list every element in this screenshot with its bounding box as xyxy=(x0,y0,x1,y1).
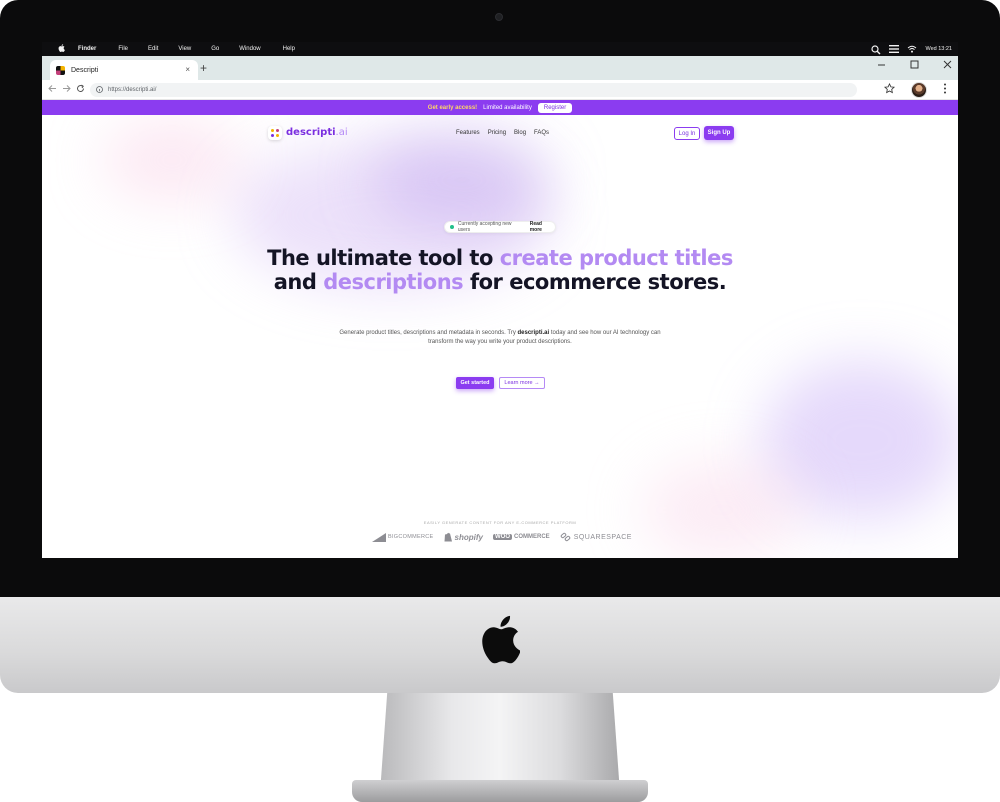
nav-blog[interactable]: Blog xyxy=(514,130,526,136)
hero-subtext: Generate product titles, descriptions an… xyxy=(330,329,670,347)
camera xyxy=(495,13,503,21)
window-controls xyxy=(877,60,952,72)
new-tab-button[interactable]: + xyxy=(200,61,207,75)
menu-window[interactable]: Window xyxy=(239,46,260,52)
logo-wordmark[interactable]: descripti.ai xyxy=(286,127,348,138)
logo-name: descripti xyxy=(286,127,336,138)
address-bar-row: https://descripti.ai/ xyxy=(42,80,958,100)
learn-more-button[interactable]: Learn more → xyxy=(499,377,545,389)
menu-help[interactable]: Help xyxy=(283,46,295,52)
status-pill[interactable]: Currently accepting new users Read more xyxy=(444,221,556,233)
mac-menubar: Finder File Edit View Go Window Help Wed… xyxy=(42,42,958,56)
menu-edit[interactable]: Edit xyxy=(148,46,158,52)
star-icon[interactable] xyxy=(883,82,896,97)
platforms-label: EASILY GENERATE CONTENT FOR ANY E-COMMER… xyxy=(423,520,577,525)
imac-stand xyxy=(380,693,620,793)
logo-suffix: .ai xyxy=(335,127,348,138)
imac-frame: Finder File Edit View Go Window Help Wed… xyxy=(0,0,1000,802)
headline-part: for ecommerce stores. xyxy=(463,270,727,294)
browser-tab[interactable]: Descripti × xyxy=(50,60,198,80)
close-tab-icon[interactable]: × xyxy=(185,65,190,74)
menu-view[interactable]: View xyxy=(178,46,191,52)
imac-stand-foot xyxy=(352,780,648,802)
status-dot xyxy=(450,225,454,229)
get-started-button[interactable]: Get started xyxy=(456,377,494,389)
banner-early: Get early access! xyxy=(427,104,478,111)
site-nav: descripti.ai Features Pricing Blog FAQs … xyxy=(42,124,958,144)
list-icon[interactable] xyxy=(889,45,900,53)
site-info-icon[interactable] xyxy=(96,85,103,95)
apple-logo-icon xyxy=(480,614,521,664)
shopify-logo: shopify xyxy=(444,532,483,542)
menu-go[interactable]: Go xyxy=(211,46,219,52)
clock[interactable]: Wed 13:21 xyxy=(925,46,952,52)
woocommerce-logo: WOO COMMERCE xyxy=(492,534,550,540)
early-access-banner: Get early access! Limited availability R… xyxy=(42,100,958,115)
menu-file[interactable]: File xyxy=(118,46,128,52)
url-text: https://descripti.ai/ xyxy=(108,87,157,93)
minimize-icon[interactable] xyxy=(877,60,886,72)
banner-limited: Limited availability xyxy=(483,104,532,111)
profile-avatar[interactable] xyxy=(911,82,927,98)
platform-logos: BIGCOMMERCE shopify WOO COMMERCE SQUARES… xyxy=(372,530,632,544)
apple-icon[interactable] xyxy=(54,44,68,54)
maximize-icon[interactable] xyxy=(910,60,919,72)
hero-headline: The ultimate tool to create product titl… xyxy=(250,246,750,294)
headline-highlight: create product titles xyxy=(499,246,734,270)
kebab-icon[interactable] xyxy=(943,83,947,97)
reload-icon[interactable] xyxy=(76,84,85,95)
woo-text: WOO xyxy=(492,534,512,540)
screen: Finder File Edit View Go Window Help Wed… xyxy=(42,42,958,558)
register-button[interactable]: Register xyxy=(537,102,573,113)
subtext-part: Generate product titles, descriptions an… xyxy=(339,330,518,336)
headline-part: The ultimate tool to xyxy=(267,246,500,270)
favicon xyxy=(56,65,65,75)
commerce-text: COMMERCE xyxy=(513,534,550,540)
close-window-icon[interactable] xyxy=(943,60,952,72)
status-text: Currently accepting new users xyxy=(457,221,512,233)
forward-icon[interactable] xyxy=(62,84,71,95)
bg-glow xyxy=(372,130,552,230)
nav-features[interactable]: Features xyxy=(456,130,480,136)
search-icon[interactable] xyxy=(871,45,881,55)
website-viewport: Get early access! Limited availability R… xyxy=(42,100,958,558)
bigcommerce-logo: BIGCOMMERCE xyxy=(372,532,434,542)
shopify-text: shopify xyxy=(454,532,483,542)
tab-title: Descripti xyxy=(71,66,99,74)
bg-glow xyxy=(642,460,802,558)
browser-tabstrip: Descripti × + xyxy=(42,56,958,80)
menu-finder[interactable]: Finder xyxy=(78,46,96,52)
subtext-brand: descripti.ai xyxy=(517,330,550,336)
squarespace-logo: SQUARESPACE xyxy=(560,532,632,542)
squarespace-text: SQUARESPACE xyxy=(573,533,632,541)
login-button[interactable]: Log In xyxy=(674,127,700,140)
nav-pricing[interactable]: Pricing xyxy=(488,130,506,136)
wifi-icon[interactable] xyxy=(907,45,917,53)
url-field[interactable]: https://descripti.ai/ xyxy=(90,83,857,97)
nav-faqs[interactable]: FAQs xyxy=(534,130,549,136)
signup-button[interactable]: Sign Up xyxy=(704,126,734,140)
headline-highlight: descriptions xyxy=(323,270,464,294)
read-more-link[interactable]: Read more xyxy=(530,221,555,233)
headline-part: and xyxy=(273,270,324,294)
bigcommerce-text: BIGCOMMERCE xyxy=(388,534,434,540)
logo-icon[interactable] xyxy=(268,126,282,140)
back-icon[interactable] xyxy=(48,84,57,95)
nav-links: Features Pricing Blog FAQs xyxy=(456,130,549,136)
